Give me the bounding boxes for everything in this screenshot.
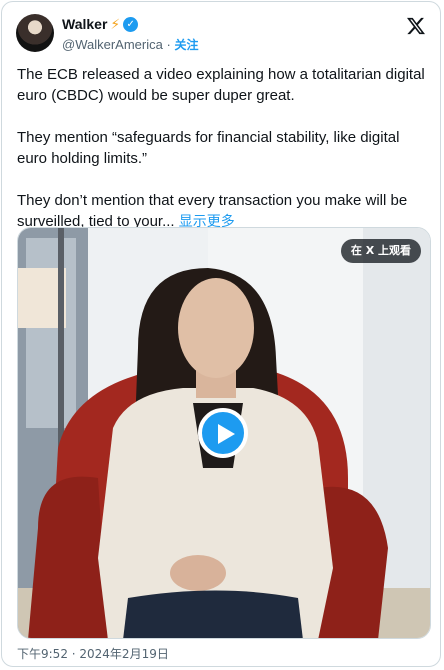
lightning-emoji: ⚡ — [110, 16, 121, 32]
verified-badge-icon: ✓ — [123, 16, 139, 32]
author-handle-row: @WalkerAmerica · 关注 — [62, 36, 198, 53]
author-handle[interactable]: @WalkerAmerica — [62, 37, 163, 52]
watch-on-x-button[interactable]: 在 X 上观看 — [340, 239, 421, 263]
tweet-header: Walker ⚡ ✓ @WalkerAmerica · 关注 — [16, 14, 426, 56]
embedded-tweet-card[interactable]: Walker ⚡ ✓ @WalkerAmerica · 关注 The ECB r… — [1, 1, 441, 667]
tweet-paragraph: They mention “safeguards for financial s… — [17, 129, 400, 167]
tweet-text: The ECB released a video explaining how … — [17, 64, 427, 233]
tweet-timestamp[interactable]: 下午9:52 · 2024年2月19日 — [17, 645, 169, 662]
author-name[interactable]: Walker — [62, 16, 107, 32]
play-icon — [218, 424, 235, 444]
play-button[interactable] — [198, 408, 248, 458]
video-player[interactable]: 在 X 上观看 — [17, 227, 431, 639]
avatar[interactable] — [16, 14, 54, 52]
follow-button[interactable]: 关注 — [174, 38, 198, 52]
x-logo-icon[interactable] — [406, 16, 426, 36]
author-name-row: Walker ⚡ ✓ — [62, 16, 139, 32]
tweet-paragraph: The ECB released a video explaining how … — [17, 66, 425, 104]
handle-separator: · — [166, 37, 171, 52]
